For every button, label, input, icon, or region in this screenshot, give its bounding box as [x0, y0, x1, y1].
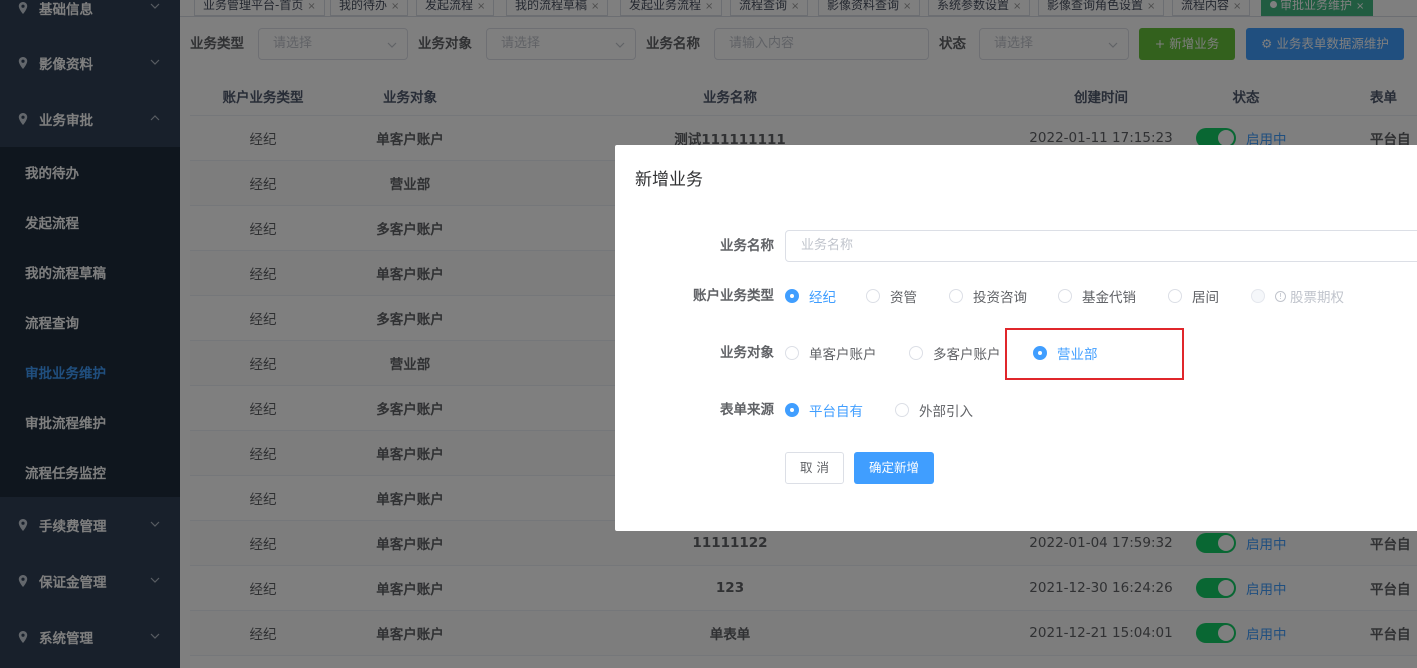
radio-type-intermediary[interactable]: 居间 — [1168, 280, 1219, 312]
form-label: 业务名称 — [720, 238, 774, 254]
radio-circle — [866, 289, 880, 303]
form-row-type: 账户业务类型 经纪 资管 投资咨询 基金代销 居间 ! 股票期权 — [615, 280, 1417, 312]
radio-object-multi[interactable]: 多客户账户 — [909, 337, 1001, 369]
radio-label: 资管 — [890, 290, 917, 306]
form-row-source: 表单来源 平台自有 外部引入 — [615, 394, 1417, 426]
radio-circle — [785, 289, 799, 303]
radio-circle — [895, 403, 909, 417]
form-label: 表单来源 — [720, 402, 774, 418]
add-business-dialog: 新增业务 业务名称 业务名称 账户业务类型 经纪 资管 投资咨询 基金代销 居间… — [615, 145, 1417, 531]
radio-label: 多客户账户 — [933, 347, 1001, 363]
radio-circle — [909, 346, 923, 360]
radio-label: 经纪 — [809, 290, 836, 306]
radio-type-fund-sales[interactable]: 基金代销 — [1058, 280, 1136, 312]
radio-circle — [1251, 289, 1265, 303]
radio-type-brokerage[interactable]: 经纪 — [785, 280, 836, 312]
radio-label: 平台自有 — [809, 404, 863, 420]
info-icon: ! — [1275, 290, 1286, 302]
radio-circle — [785, 403, 799, 417]
radio-label: 股票期权 — [1290, 290, 1344, 306]
form-label: 业务对象 — [720, 345, 774, 361]
form-row-name: 业务名称 业务名称 — [615, 230, 1417, 262]
radio-label: 单客户账户 — [809, 347, 877, 363]
form-label: 账户业务类型 — [693, 288, 774, 304]
radio-label: 居间 — [1192, 290, 1219, 306]
radio-object-single[interactable]: 单客户账户 — [785, 337, 877, 369]
highlight-box — [1005, 328, 1184, 380]
radio-label: 基金代销 — [1082, 290, 1136, 306]
radio-label: 外部引入 — [919, 404, 973, 420]
radio-circle — [785, 346, 799, 360]
radio-type-asset-mgmt[interactable]: 资管 — [866, 280, 917, 312]
business-name-input[interactable]: 业务名称 — [785, 230, 1417, 262]
radio-circle — [1168, 289, 1182, 303]
confirm-add-button[interactable]: 确定新增 — [854, 452, 934, 484]
radio-source-platform[interactable]: 平台自有 — [785, 394, 863, 426]
input-placeholder: 业务名称 — [801, 238, 854, 253]
cancel-button[interactable]: 取 消 — [785, 452, 844, 484]
radio-label: 投资咨询 — [973, 290, 1027, 306]
radio-circle — [1058, 289, 1072, 303]
radio-type-stock-options: ! 股票期权 — [1251, 280, 1344, 312]
radio-source-external[interactable]: 外部引入 — [895, 394, 973, 426]
radio-type-investment-advisory[interactable]: 投资咨询 — [949, 280, 1027, 312]
dialog-title: 新增业务 — [635, 170, 703, 190]
radio-circle — [949, 289, 963, 303]
